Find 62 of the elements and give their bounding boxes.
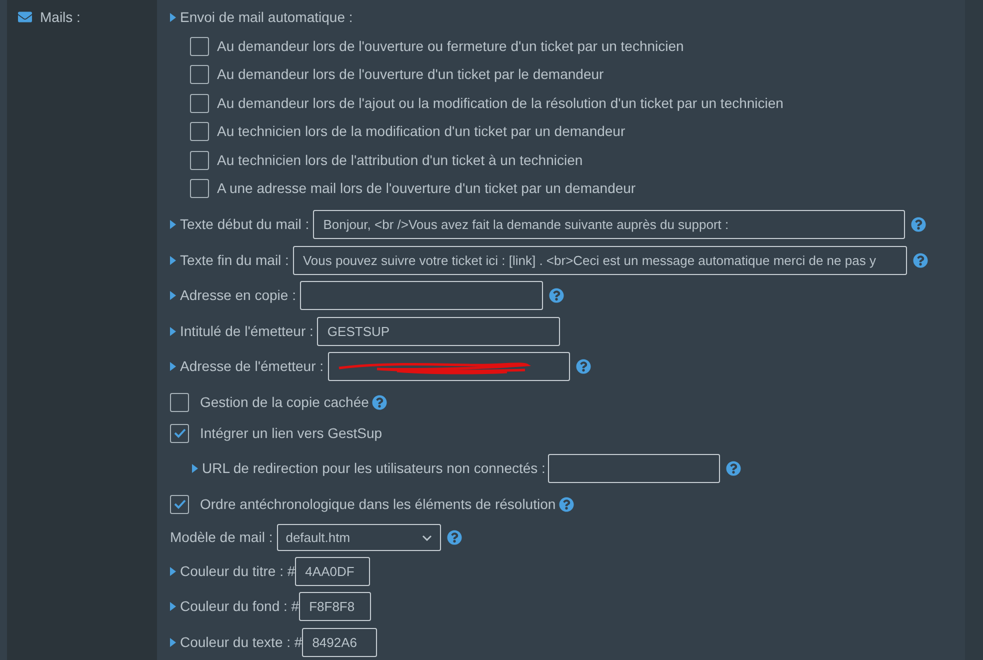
input-field[interactable]: [300, 281, 543, 310]
input-field[interactable]: [328, 352, 570, 382]
checkbox[interactable]: [170, 392, 189, 412]
caret-icon: [170, 566, 176, 576]
check-icon: [174, 499, 186, 509]
checkbox-label: Au demandeur lors de l'ouverture d'un ticket par le demandeur: [217, 65, 604, 84]
checkbox[interactable]: [170, 424, 189, 442]
input-field[interactable]: F8F8F8: [299, 592, 372, 622]
caret-icon: [170, 602, 176, 612]
input-field[interactable]: Bonjour, <br />Vous avez fait la demande suivante auprès du support :: [313, 210, 906, 240]
caret-icon: [170, 291, 176, 300]
help-icon[interactable]: [911, 217, 926, 232]
field-label: Couleur du titre : #: [180, 562, 296, 581]
section-title: Mails :: [40, 8, 80, 27]
help-icon[interactable]: [446, 530, 462, 545]
field-label: Adresse de l'émetteur :: [180, 357, 324, 376]
field-label: Adresse en copie :: [180, 286, 296, 306]
field-label: URL de redirection pour les utilisateurs non connectés :: [202, 459, 546, 478]
help-icon[interactable]: [548, 288, 564, 304]
help-icon[interactable]: [726, 461, 742, 476]
input-field[interactable]: 8492A6: [302, 628, 378, 657]
checkbox[interactable]: [190, 150, 209, 170]
caret-icon: [170, 638, 176, 647]
field-label: Texte fin du mail :: [180, 250, 289, 270]
caret-icon: [170, 12, 176, 22]
checkbox[interactable]: [190, 122, 209, 142]
field-label: Intitulé de l'émetteur :: [180, 322, 314, 341]
caret-icon: [170, 220, 176, 230]
caret-icon: [170, 326, 176, 336]
input-field[interactable]: 4AA0DF: [295, 556, 370, 586]
checkbox-label: A une adresse mail lors de l'ouverture d'un ticket par un demandeur: [217, 179, 636, 198]
check-icon: [174, 428, 186, 438]
checkbox-label: Au demandeur lors de l'ajout ou la modification de la résolution d'un ticket par un technicien: [217, 94, 784, 113]
caret-icon: [192, 464, 198, 473]
checkbox-label: Au technicien lors de la modification d'un ticket par un demandeur: [217, 122, 626, 142]
group-label: Envoi de mail automatique :: [180, 8, 353, 27]
checkbox-label: Au demandeur lors de l'ouverture ou fermeture d'un ticket par un technicien: [217, 36, 684, 56]
field-label: Couleur du texte : #: [180, 632, 302, 652]
chevron-down-icon: [422, 534, 432, 540]
help-icon[interactable]: [912, 252, 928, 268]
checkbox[interactable]: [190, 94, 209, 113]
checkbox[interactable]: [190, 65, 209, 84]
caret-icon: [170, 256, 176, 265]
checkbox-label: Ordre antéchronologique dans les éléments de résolution: [200, 494, 556, 514]
checkbox[interactable]: [190, 179, 209, 198]
checkbox[interactable]: [170, 494, 189, 514]
input-field[interactable]: GESTSUP: [317, 316, 560, 346]
field-label: Modèle de mail :: [170, 528, 273, 547]
checkbox[interactable]: [190, 36, 209, 56]
input-field[interactable]: Vous pouvez suivre votre ticket ici : [link] . <br>Ceci est un message automatique merci de ne pas y: [292, 246, 907, 275]
field-label: Texte début du mail :: [180, 215, 310, 234]
checkbox-label: Au technicien lors de l'attribution d'un ticket à un technicien: [217, 150, 583, 170]
checkbox-label: Intégrer un lien vers GestSup: [200, 424, 382, 443]
field-label: Couleur du fond : #: [180, 597, 300, 616]
mail-icon: [18, 10, 32, 24]
input-field[interactable]: [548, 454, 720, 483]
checkbox-label: Gestion de la copie cachée: [200, 392, 369, 412]
help-icon[interactable]: [558, 496, 574, 512]
template-select[interactable]: default.htm: [276, 524, 441, 551]
caret-icon: [170, 362, 176, 372]
help-icon[interactable]: [372, 394, 387, 410]
help-icon[interactable]: [576, 359, 591, 374]
